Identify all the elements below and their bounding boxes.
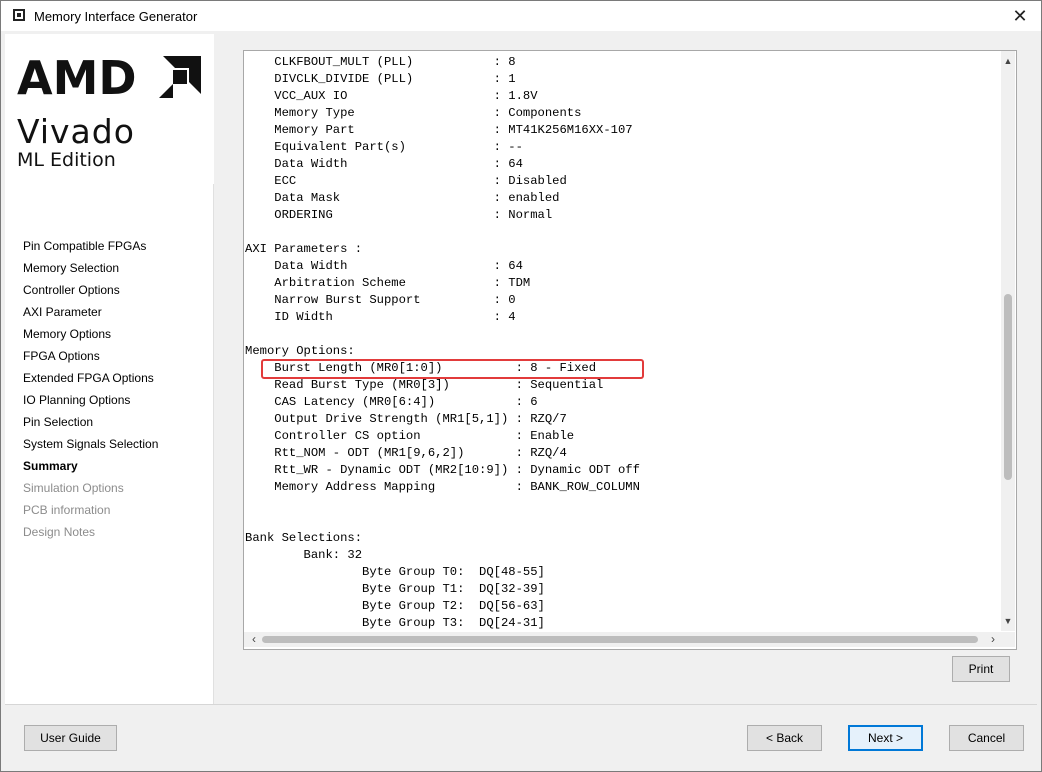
left-panel: AMD Vivado ML Edition Pin Compatible FPG…: [5, 34, 214, 704]
summary-text: CLKFBOUT_MULT (PLL) : 8 DIVCLK_DIVIDE (P…: [245, 54, 1000, 632]
scroll-up-icon[interactable]: ▲: [1001, 53, 1015, 69]
cancel-button-label: Cancel: [967, 731, 1006, 745]
summary-line: Memory Options:: [245, 344, 355, 358]
summary-line: Data Width : 64: [245, 259, 523, 273]
scroll-down-icon[interactable]: ▼: [1001, 613, 1015, 629]
next-button-label: Next >: [867, 731, 903, 745]
title-bar: Memory Interface Generator ✕: [1, 1, 1041, 31]
nav-divider: [213, 184, 214, 704]
summary-line: Controller CS option : Enable: [245, 429, 575, 443]
back-button[interactable]: < Back: [747, 725, 822, 751]
nav-item-summary[interactable]: Summary: [23, 458, 158, 480]
summary-line: Bank Selections:: [245, 531, 363, 545]
user-guide-button-label: User Guide: [40, 731, 101, 745]
summary-line: Byte Group T1: DQ[32-39]: [245, 582, 545, 596]
summary-line: Data Width : 64: [245, 157, 523, 171]
summary-line: Byte Group T3: DQ[24-31]: [245, 616, 545, 630]
summary-line: CLKFBOUT_MULT (PLL) : 8: [245, 55, 516, 69]
summary-line: ORDERING : Normal: [245, 208, 553, 222]
user-guide-button[interactable]: User Guide: [24, 725, 117, 751]
burst-length-highlight: [261, 359, 644, 379]
app-icon: [13, 9, 25, 21]
print-button[interactable]: Print: [952, 656, 1010, 682]
nav-item-pcb-information: PCB information: [23, 503, 111, 517]
logo-area: AMD Vivado ML Edition: [5, 34, 214, 184]
vertical-scroll-thumb[interactable]: [1004, 294, 1012, 480]
nav-item-pin-selection[interactable]: Pin Selection: [23, 414, 158, 436]
scroll-right-icon[interactable]: ›: [985, 632, 1001, 647]
vertical-scrollbar[interactable]: ▲ ▼: [1001, 51, 1015, 631]
nav-item-pin-compatible-fpgas[interactable]: Pin Compatible FPGAs: [23, 238, 158, 260]
summary-line: Equivalent Part(s) : --: [245, 140, 523, 154]
nav-item-controller-options[interactable]: Controller Options: [23, 282, 158, 304]
nav-item-extended-fpga-options[interactable]: Extended FPGA Options: [23, 370, 158, 392]
nav-item-io-planning-options[interactable]: IO Planning Options: [23, 392, 158, 414]
nav-item-memory-selection[interactable]: Memory Selection: [23, 260, 158, 282]
summary-line: ECC : Disabled: [245, 174, 567, 188]
footer-divider: [5, 704, 1037, 705]
summary-line: VCC_AUX IO : 1.8V: [245, 89, 538, 103]
summary-line: Output Drive Strength (MR1[5,1]) : RZQ/7: [245, 412, 567, 426]
print-button-label: Print: [968, 662, 994, 676]
summary-panel: CLKFBOUT_MULT (PLL) : 8 DIVCLK_DIVIDE (P…: [243, 50, 1017, 650]
scroll-left-icon[interactable]: ‹: [246, 632, 262, 647]
nav-item-memory-options[interactable]: Memory Options: [23, 326, 158, 348]
product-name: Vivado: [17, 112, 135, 151]
nav-item-design-notes: Design Notes: [23, 525, 96, 539]
back-button-label: < Back: [765, 731, 804, 745]
summary-line: Rtt_WR - Dynamic ODT (MR2[10:9]) : Dynam…: [245, 463, 640, 477]
nav-item-system-signals-selection[interactable]: System Signals Selection: [23, 436, 158, 458]
horizontal-scroll-thumb[interactable]: [262, 636, 978, 643]
amd-logo-text: AMD: [17, 52, 137, 100]
summary-line: Byte Group T2: DQ[56-63]: [245, 599, 545, 613]
summary-line: AXI Parameters :: [245, 242, 363, 256]
next-button[interactable]: Next >: [848, 725, 923, 751]
summary-line: Memory Type : Components: [245, 106, 582, 120]
summary-line: Memory Part : MT41K256M16XX-107: [245, 123, 633, 137]
summary-line: ID Width : 4: [245, 310, 516, 324]
summary-line: Memory Address Mapping : BANK_ROW_COLUMN: [245, 480, 640, 494]
summary-line: Arbitration Scheme : TDM: [245, 276, 531, 290]
nav-list: Pin Compatible FPGAs Memory Selection Cont…: [23, 238, 158, 546]
close-icon[interactable]: ✕: [1007, 5, 1033, 27]
summary-line: DIVCLK_DIVIDE (PLL) : 1: [245, 72, 516, 86]
nav-item-axi-parameter[interactable]: AXI Parameter: [23, 304, 158, 326]
summary-line: Byte Group T0: DQ[48-55]: [245, 565, 545, 579]
cancel-button[interactable]: Cancel: [949, 725, 1024, 751]
window-title: Memory Interface Generator: [34, 9, 198, 24]
summary-line: Narrow Burst Support : 0: [245, 293, 516, 307]
scroll-corner: [1001, 632, 1015, 647]
nav-item-simulation-options: Simulation Options: [23, 481, 124, 495]
summary-line: Bank: 32: [245, 548, 363, 562]
summary-line: Rtt_NOM - ODT (MR1[9,6,2]) : RZQ/4: [245, 446, 567, 460]
edition-name: ML Edition: [17, 149, 116, 171]
summary-line: Data Mask : enabled: [245, 191, 560, 205]
nav-item-fpga-options[interactable]: FPGA Options: [23, 348, 158, 370]
summary-line: Read Burst Type (MR0[3]) : Sequential: [245, 378, 604, 392]
horizontal-scrollbar[interactable]: ‹ ›: [244, 632, 1001, 647]
summary-line: CAS Latency (MR0[6:4]) : 6: [245, 395, 538, 409]
amd-logo: AMD: [17, 52, 201, 100]
